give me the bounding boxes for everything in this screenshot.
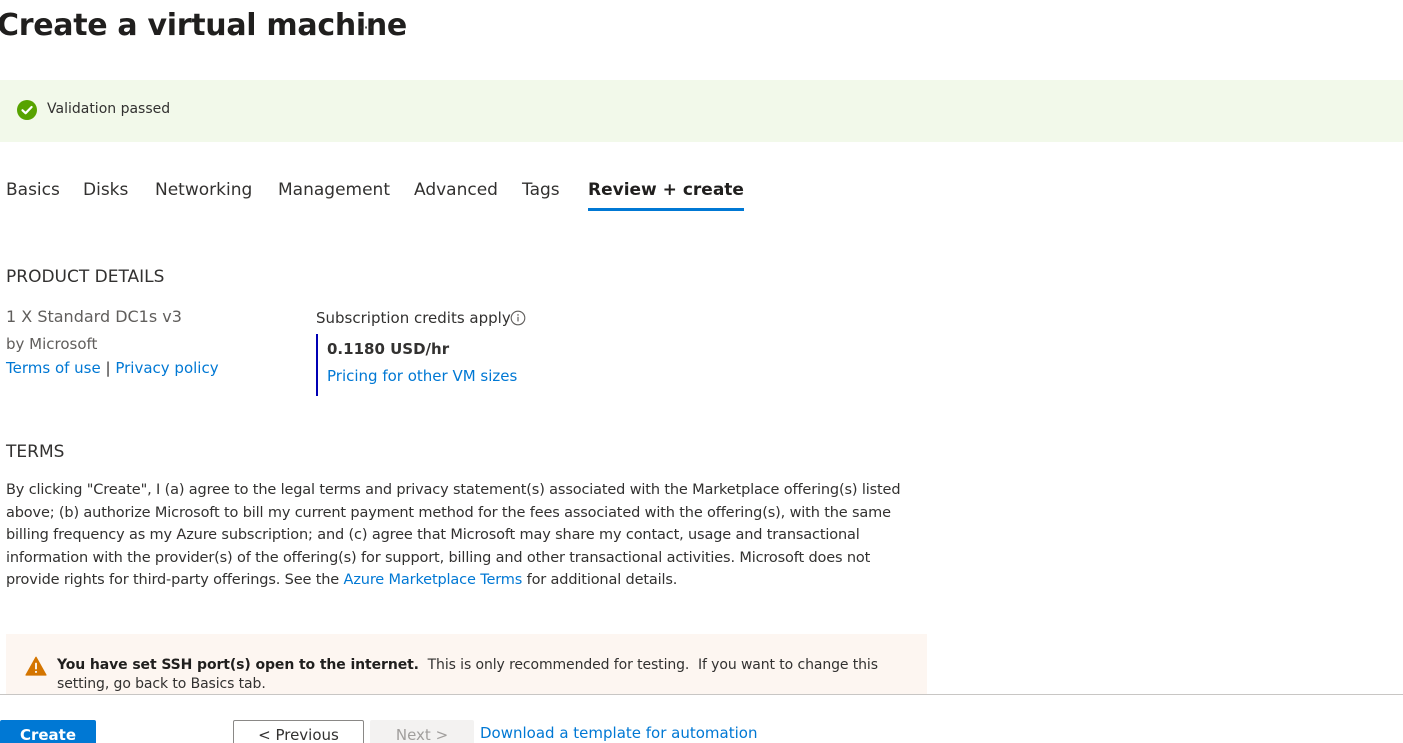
warning-icon (25, 656, 47, 676)
privacy-policy-link[interactable]: Privacy policy (115, 359, 218, 377)
tab-tags[interactable]: Tags (522, 180, 560, 212)
check-circle-icon (17, 100, 37, 120)
subscription-credits-label: Subscription credits apply (316, 309, 511, 327)
create-button[interactable]: Create (0, 720, 96, 743)
product-details-heading: PRODUCT DETAILS (6, 267, 165, 287)
tab-review-create-label: Review + create (588, 180, 744, 200)
warning-text: You have set SSH port(s) open to the int… (57, 656, 907, 694)
tab-networking[interactable]: Networking (155, 180, 252, 212)
active-tab-indicator (588, 208, 744, 211)
tab-disks[interactable]: Disks (83, 180, 128, 212)
product-publisher: by Microsoft (6, 335, 98, 353)
footer-bar: Create < Previous Next > Download a temp… (0, 694, 1403, 743)
price-value: 0.1180 USD/hr (327, 340, 450, 358)
tab-basics[interactable]: Basics (6, 180, 60, 212)
tab-review-create[interactable]: Review + create (588, 180, 744, 212)
tab-management[interactable]: Management (278, 180, 390, 212)
download-template-link[interactable]: Download a template for automation (480, 724, 757, 742)
terms-tail: for additional details. (522, 572, 678, 588)
link-separator: | (105, 359, 111, 377)
page: Create a virtual machine ··· Validation … (0, 0, 1403, 743)
pricing-other-sizes-link[interactable]: Pricing for other VM sizes (327, 367, 517, 385)
tab-advanced[interactable]: Advanced (414, 180, 498, 212)
azure-marketplace-terms-link[interactable]: Azure Marketplace Terms (344, 572, 523, 588)
more-options-button[interactable]: ··· (352, 14, 380, 42)
ssh-warning-banner: You have set SSH port(s) open to the int… (6, 634, 927, 696)
next-button: Next > (370, 720, 474, 743)
validation-text: Validation passed (47, 101, 171, 117)
terms-text: By clicking "Create", I (a) agree to the… (6, 479, 906, 592)
product-links: Terms of use | Privacy policy (6, 359, 219, 377)
info-icon[interactable] (510, 310, 526, 326)
product-name: 1 X Standard DC1s v3 (6, 307, 182, 326)
terms-heading: TERMS (6, 442, 65, 462)
price-block: 0.1180 USD/hr Pricing for other VM sizes (316, 334, 558, 396)
page-title: Create a virtual machine (0, 8, 407, 43)
terms-of-use-link[interactable]: Terms of use (6, 359, 101, 377)
validation-banner: Validation passed (0, 80, 1403, 142)
warning-bold-text: You have set SSH port(s) open to the int… (57, 657, 419, 673)
previous-button[interactable]: < Previous (233, 720, 364, 743)
